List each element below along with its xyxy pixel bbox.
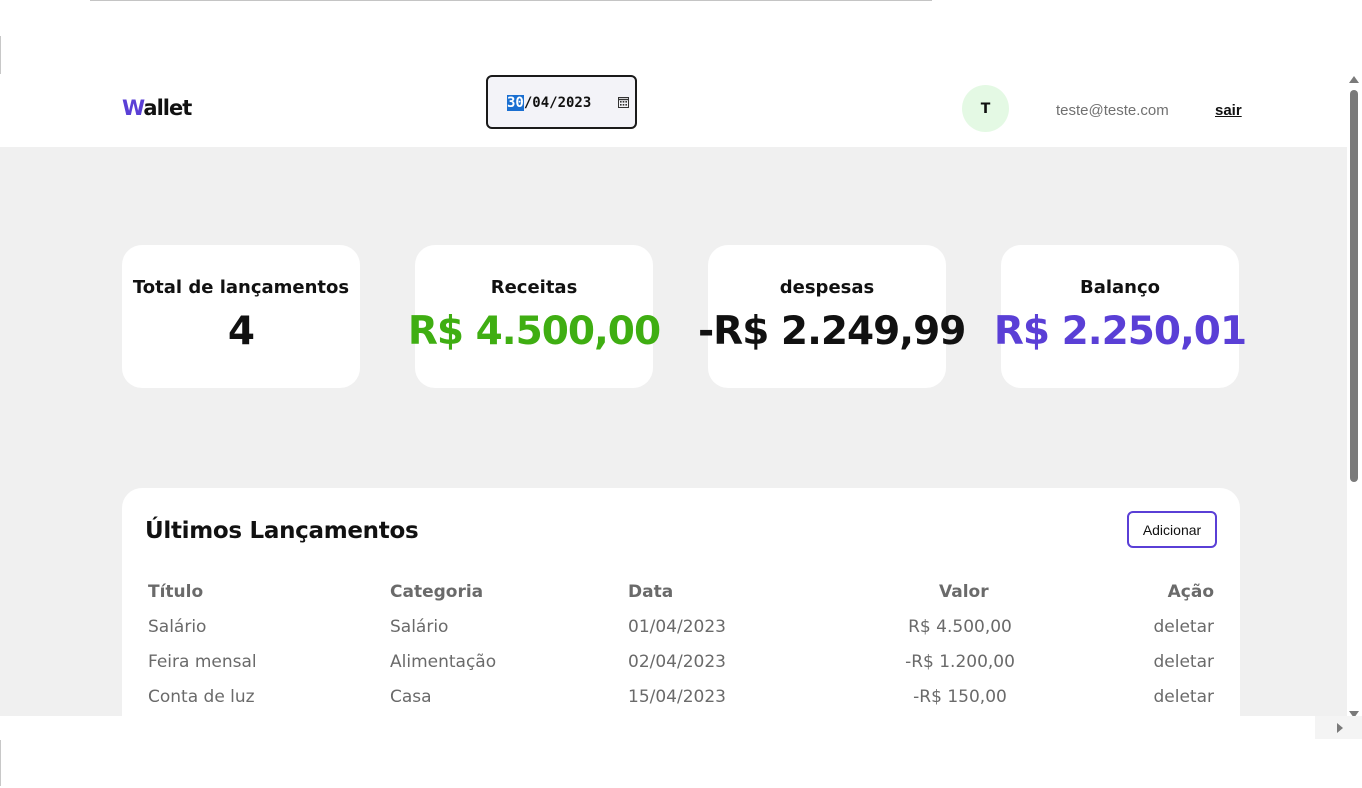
date-picker[interactable]: 30/04/2023 xyxy=(486,75,637,129)
logo-text: allet xyxy=(143,96,192,120)
table-row: Conta de luz Casa 15/04/2023 -R$ 150,00 … xyxy=(122,687,1240,716)
window-bottom-area xyxy=(0,716,1315,788)
summary-card-income: Receitas R$ 4.500,00 xyxy=(408,245,661,388)
column-header-value: Valor xyxy=(939,582,989,602)
app-logo: Wallet xyxy=(122,96,192,120)
row-value: -R$ 1.200,00 xyxy=(905,652,1015,672)
row-category: Casa xyxy=(390,687,432,707)
avatar: T xyxy=(962,85,1009,132)
column-header-date: Data xyxy=(628,582,674,602)
scrollbar-thumb[interactable] xyxy=(1350,90,1358,482)
summary-card-value: -R$ 2.249,99 xyxy=(698,309,966,354)
summary-card-value: R$ 2.250,01 xyxy=(993,309,1247,354)
row-category: Alimentação xyxy=(390,652,497,672)
window-left-edge-bottom xyxy=(0,740,1,786)
summary-card-title: Receitas xyxy=(490,277,578,298)
row-title: Conta de luz xyxy=(148,687,255,707)
transactions-panel: Últimos Lançamentos Adicionar Título Cat… xyxy=(122,488,1240,716)
add-transaction-button[interactable]: Adicionar xyxy=(1127,511,1217,548)
date-day-selected[interactable]: 30 xyxy=(507,95,524,111)
summary-card-title: Balanço xyxy=(1079,277,1161,298)
logout-link[interactable]: sair xyxy=(1215,102,1242,119)
delete-link[interactable]: deletar xyxy=(1153,652,1214,672)
summary-card-value: 4 xyxy=(227,309,255,354)
column-header-title: Título xyxy=(148,582,204,602)
row-title: Salário xyxy=(148,617,207,637)
table-row: Salário Salário 01/04/2023 R$ 4.500,00 d… xyxy=(122,617,1240,652)
summary-card-title: despesas xyxy=(779,277,875,298)
delete-link[interactable]: deletar xyxy=(1153,617,1214,637)
summary-card-balance: Balanço R$ 2.250,01 xyxy=(994,245,1247,388)
page-viewport: Wallet 30/04/2023 T teste@teste.com sair… xyxy=(0,74,1347,716)
column-header-action: Ação xyxy=(1167,582,1214,602)
summary-card-total: Total de lançamentos 4 xyxy=(122,245,360,388)
delete-link[interactable]: deletar xyxy=(1153,687,1214,707)
row-title: Feira mensal xyxy=(148,652,257,672)
vertical-scrollbar[interactable] xyxy=(1347,74,1362,724)
row-date: 02/04/2023 xyxy=(628,652,726,672)
app-header: Wallet 30/04/2023 T teste@teste.com sair xyxy=(0,74,1347,147)
summary-card-expenses: despesas -R$ 2.249,99 xyxy=(698,245,966,388)
scroll-right-arrow-icon[interactable] xyxy=(1337,723,1343,733)
column-header-category: Categoria xyxy=(390,582,484,602)
row-value: -R$ 150,00 xyxy=(913,687,1007,707)
horizontal-scroll-corner[interactable] xyxy=(1315,716,1362,739)
date-month-year[interactable]: /04/2023 xyxy=(524,95,591,111)
date-value[interactable]: 30/04/2023 xyxy=(507,95,591,111)
window-top-gap xyxy=(932,0,1148,2)
row-value: R$ 4.500,00 xyxy=(908,617,1012,637)
table-row: Feira mensal Alimentação 02/04/2023 -R$ … xyxy=(122,652,1240,687)
scroll-up-arrow-icon[interactable] xyxy=(1349,76,1359,83)
summary-card-value: R$ 4.500,00 xyxy=(407,309,661,354)
window-left-edge xyxy=(0,36,1,74)
calendar-icon[interactable] xyxy=(618,97,629,108)
transactions-title: Últimos Lançamentos xyxy=(145,518,419,544)
user-email: teste@teste.com xyxy=(1056,102,1169,119)
logo-w: W xyxy=(122,96,144,120)
row-date: 01/04/2023 xyxy=(628,617,726,637)
summary-card-title: Total de lançamentos xyxy=(132,277,350,298)
row-date: 15/04/2023 xyxy=(628,687,726,707)
row-category: Salário xyxy=(390,617,449,637)
